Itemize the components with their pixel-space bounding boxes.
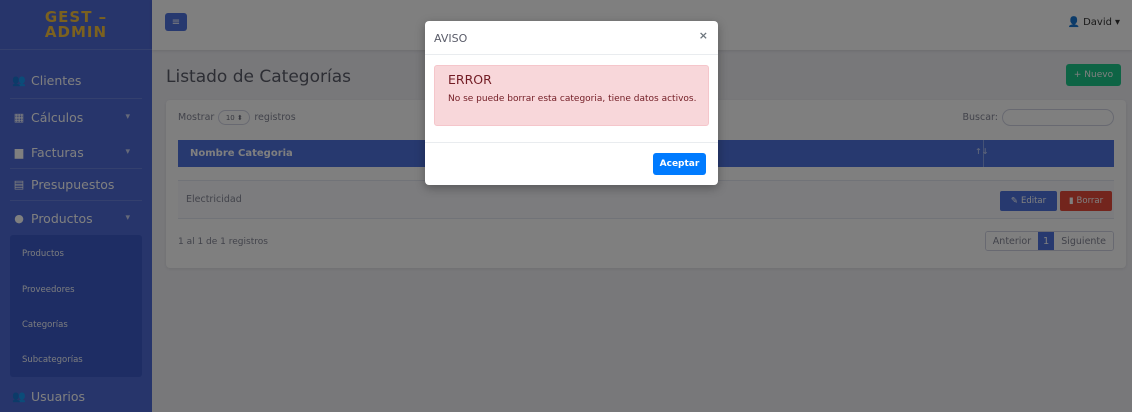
alert-message: No se puede borrar esta categoria, tiene… [448,94,697,104]
error-alert: ERROR No se puede borrar esta categoria,… [434,65,709,126]
modal-header: AVISO × [425,21,718,55]
close-icon[interactable]: × [699,29,708,42]
alert-title: ERROR [448,72,492,87]
aviso-modal: AVISO × ERROR No se puede borrar esta ca… [425,21,718,185]
accept-button[interactable]: Aceptar [653,153,706,175]
modal-title: AVISO [434,32,468,45]
modal-footer: Aceptar [425,142,718,185]
